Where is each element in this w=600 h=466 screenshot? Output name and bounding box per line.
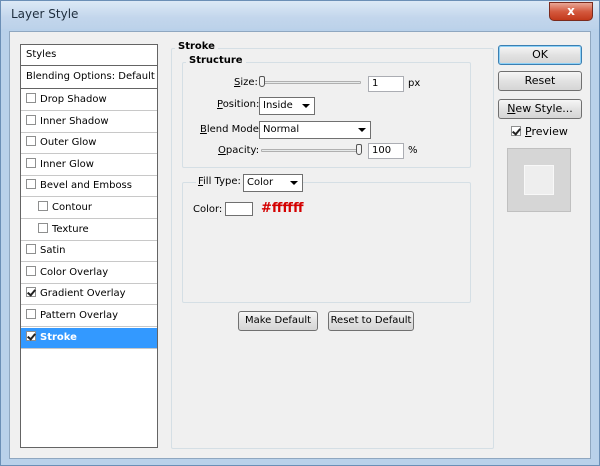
reset-button[interactable]: Reset xyxy=(498,71,582,91)
fill-type-select[interactable]: Color xyxy=(243,174,303,192)
fill-type-group xyxy=(182,182,471,303)
checkbox-icon[interactable] xyxy=(26,157,36,168)
blend-mode-select[interactable]: Normal xyxy=(259,121,371,139)
blending-options-item[interactable]: Blending Options: Default xyxy=(21,67,157,89)
blend-mode-value: Normal xyxy=(263,124,300,135)
size-slider[interactable] xyxy=(261,81,361,84)
position-select[interactable]: Inside xyxy=(259,97,315,115)
styles-item-texture[interactable]: Texture xyxy=(21,220,157,241)
size-unit: px xyxy=(408,78,421,89)
styles-item-label: Stroke xyxy=(40,331,77,343)
styles-item-pattern-overlay[interactable]: Pattern Overlay xyxy=(21,306,157,327)
styles-list: Styles Blending Options: Default Drop Sh… xyxy=(20,44,158,448)
checkbox-icon[interactable] xyxy=(26,330,36,341)
make-default-button[interactable]: Make Default xyxy=(238,311,318,331)
styles-item-label: Outer Glow xyxy=(40,137,97,149)
structure-group-title: Structure xyxy=(186,55,246,66)
preview-checkbox[interactable]: Preview xyxy=(511,125,568,138)
opacity-slider-thumb[interactable] xyxy=(356,144,362,155)
close-button[interactable]: x xyxy=(549,2,593,21)
new-style-button[interactable]: New Style... xyxy=(498,99,582,119)
checkbox-icon[interactable] xyxy=(511,126,521,136)
checkbox-icon[interactable] xyxy=(26,179,36,190)
styles-item-contour[interactable]: Contour xyxy=(21,198,157,219)
styles-item-bevel-and-emboss[interactable]: Bevel and Emboss xyxy=(21,176,157,198)
styles-item-gradient-overlay[interactable]: Gradient Overlay xyxy=(21,284,157,306)
opacity-label: Opacity: xyxy=(218,145,260,156)
styles-item-label: Pattern Overlay xyxy=(40,310,119,321)
position-label: Position: xyxy=(217,99,260,110)
stroke-group-title: Stroke xyxy=(175,41,218,52)
styles-item-satin[interactable]: Satin xyxy=(21,241,157,263)
position-value: Inside xyxy=(263,100,293,111)
checkbox-icon[interactable] xyxy=(26,114,36,125)
styles-item-drop-shadow[interactable]: Drop Shadow xyxy=(21,90,157,111)
opacity-unit: % xyxy=(408,145,418,156)
styles-item-label: Inner Shadow xyxy=(40,115,109,127)
checkbox-icon[interactable] xyxy=(38,201,48,211)
preview-layer-shape xyxy=(524,165,554,195)
styles-item-inner-shadow[interactable]: Inner Shadow xyxy=(21,112,157,133)
fill-type-label: Fill Type: xyxy=(196,176,243,187)
styles-item-label: Satin xyxy=(40,245,66,257)
styles-item-label: Inner Glow xyxy=(40,158,94,170)
chevron-down-icon xyxy=(290,181,298,185)
blend-mode-label: Blend Mode: xyxy=(200,124,263,135)
checkbox-icon[interactable] xyxy=(26,287,36,298)
preview-thumbnail xyxy=(507,148,571,212)
color-annotation: #ffffff xyxy=(261,201,304,216)
layer-style-dialog: Layer Style x Styles Blending Options: D… xyxy=(0,0,600,466)
color-label: Color: xyxy=(193,204,223,215)
checkbox-icon[interactable] xyxy=(38,222,48,233)
window-title: Layer Style xyxy=(11,7,79,21)
title-bar[interactable]: Layer Style x xyxy=(1,1,599,29)
ok-button[interactable]: OK xyxy=(498,45,582,65)
dialog-client: Styles Blending Options: Default Drop Sh… xyxy=(9,31,591,459)
reset-to-default-button[interactable]: Reset to Default xyxy=(328,311,414,331)
styles-item-label: Gradient Overlay xyxy=(40,288,126,300)
styles-item-label: Color Overlay xyxy=(40,266,109,278)
size-label: Size: xyxy=(234,77,258,88)
checkbox-icon[interactable] xyxy=(26,309,36,319)
chevron-down-icon xyxy=(302,104,310,108)
styles-item-label: Texture xyxy=(52,223,89,235)
chevron-down-icon xyxy=(358,128,366,132)
styles-item-label: Bevel and Emboss xyxy=(40,180,132,192)
styles-header[interactable]: Styles xyxy=(21,45,157,66)
checkbox-icon[interactable] xyxy=(26,93,36,103)
opacity-input[interactable]: 100 xyxy=(368,143,404,159)
checkbox-icon[interactable] xyxy=(26,136,36,147)
opacity-slider[interactable] xyxy=(261,149,361,152)
styles-item-inner-glow[interactable]: Inner Glow xyxy=(21,155,157,176)
color-swatch[interactable] xyxy=(225,202,253,216)
checkbox-icon[interactable] xyxy=(26,265,36,276)
styles-item-label: Drop Shadow xyxy=(40,94,107,105)
styles-item-outer-glow[interactable]: Outer Glow xyxy=(21,133,157,155)
styles-item-label: Contour xyxy=(52,202,92,213)
fill-type-value: Color xyxy=(247,177,274,188)
styles-item-stroke[interactable]: Stroke xyxy=(21,327,157,349)
styles-item-color-overlay[interactable]: Color Overlay xyxy=(21,263,157,284)
size-slider-thumb[interactable] xyxy=(259,76,265,87)
size-input[interactable]: 1 xyxy=(368,76,404,92)
checkbox-icon[interactable] xyxy=(26,244,36,255)
